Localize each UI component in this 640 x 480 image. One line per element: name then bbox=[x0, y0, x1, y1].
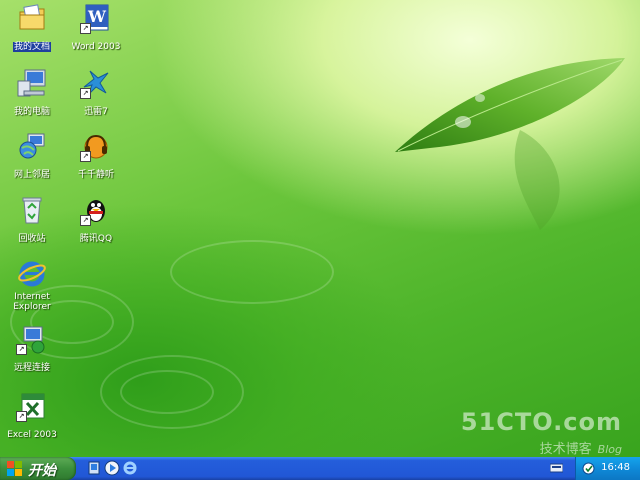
watermark: 51CTO.com 技术博客 Blog bbox=[461, 408, 622, 457]
icon-label: Word 2003 bbox=[71, 42, 121, 52]
icon-label: 我的电脑 bbox=[13, 107, 50, 117]
watermark-sub: 技术博客 bbox=[539, 442, 592, 457]
network-icon bbox=[16, 130, 48, 162]
icon-label: 迅雷7 bbox=[84, 107, 108, 117]
start-label: 开始 bbox=[28, 463, 56, 479]
desktop-icon-my-documents[interactable]: 我的文档 bbox=[0, 2, 64, 53]
shortcut-arrow-icon: ↗ bbox=[80, 23, 91, 34]
media-player-icon[interactable] bbox=[104, 460, 120, 476]
desktop-icon-network-places[interactable]: 网上邻居 bbox=[0, 130, 64, 181]
keyboard-indicator-icon[interactable] bbox=[550, 462, 563, 474]
icon-label: 千千静听 bbox=[77, 170, 114, 180]
shortcut-arrow-icon: ↗ bbox=[16, 411, 27, 422]
tray-app-icon[interactable] bbox=[582, 462, 595, 475]
internet-explorer-icon[interactable] bbox=[122, 460, 138, 476]
shortcut-arrow-icon: ↗ bbox=[80, 151, 91, 162]
desktop-icon-word-2003[interactable]: W ↗ Word 2003 bbox=[64, 2, 128, 53]
desktop-icon-excel-2003[interactable]: ↗ Excel 2003 bbox=[0, 390, 64, 441]
windows-flag-icon bbox=[7, 461, 22, 476]
system-tray: 16:48 bbox=[575, 457, 640, 480]
icon-label: Internet Explorer bbox=[13, 292, 51, 312]
headphones-icon: ↗ bbox=[80, 130, 112, 162]
water-ripple bbox=[100, 355, 244, 429]
show-desktop-icon[interactable] bbox=[86, 460, 102, 476]
desktop-icon-tencent-qq[interactable]: ↗ 腾讯QQ bbox=[64, 194, 128, 245]
desktop-icon-internet-explorer[interactable]: Internet Explorer bbox=[0, 258, 64, 313]
desktop-icon-recycle-bin[interactable]: 回收站 bbox=[0, 194, 64, 245]
internet-explorer-icon bbox=[16, 258, 48, 290]
remote-desktop-icon: ↗ bbox=[16, 323, 48, 355]
folder-icon bbox=[16, 2, 48, 34]
water-ripple bbox=[170, 240, 334, 304]
xunlei-bird-icon: ↗ bbox=[80, 67, 112, 99]
taskbar: 开始 16:48 bbox=[0, 457, 640, 480]
icon-label: Excel 2003 bbox=[7, 430, 57, 440]
shortcut-arrow-icon: ↗ bbox=[16, 344, 27, 355]
desktop-background: 51CTO.com 技术博客 Blog 我的文档 我的电脑 网上邻居 回收站 In… bbox=[0, 0, 640, 457]
computer-icon bbox=[16, 67, 48, 99]
recycle-bin-icon bbox=[16, 194, 48, 226]
desktop-icon-my-computer[interactable]: 我的电脑 bbox=[0, 67, 64, 118]
watermark-blog: Blog bbox=[597, 443, 622, 456]
shortcut-arrow-icon: ↗ bbox=[80, 88, 91, 99]
desktop-icon-xunlei[interactable]: ↗ 迅雷7 bbox=[64, 67, 128, 118]
shortcut-arrow-icon: ↗ bbox=[80, 215, 91, 226]
clock[interactable]: 16:48 bbox=[601, 462, 630, 473]
icon-label: 远程连接 bbox=[13, 363, 50, 373]
excel-icon: ↗ bbox=[16, 390, 48, 422]
icon-label: 网上邻居 bbox=[13, 170, 50, 180]
icon-label: 腾讯QQ bbox=[79, 234, 113, 244]
word-icon: W ↗ bbox=[80, 2, 112, 34]
desktop-icon-ttplayer[interactable]: ↗ 千千静听 bbox=[64, 130, 128, 181]
watermark-main: 51CTO.com bbox=[460, 408, 622, 436]
desktop-icon-remote-desktop[interactable]: ↗ 远程连接 bbox=[0, 323, 64, 374]
icon-label: 回收站 bbox=[18, 234, 46, 244]
icon-label: 我的文档 bbox=[12, 42, 51, 52]
start-button[interactable]: 开始 bbox=[0, 457, 76, 480]
qq-penguin-icon: ↗ bbox=[80, 194, 112, 226]
